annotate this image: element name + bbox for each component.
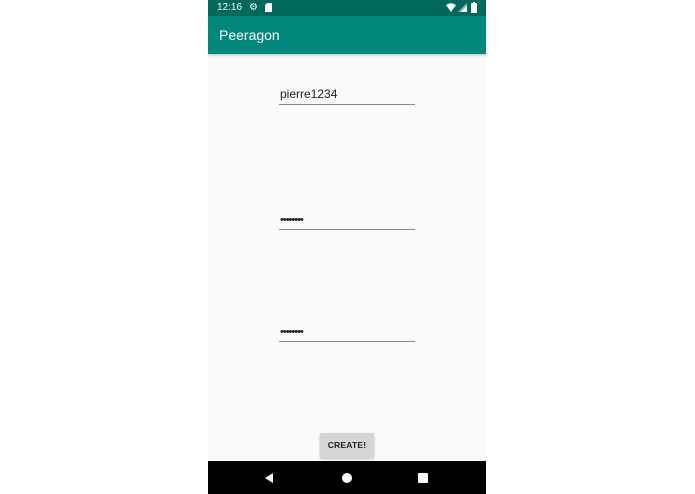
password-field[interactable]: ••••••••	[279, 205, 415, 230]
cell-signal-icon	[458, 3, 467, 12]
app-title: Peeragon	[219, 27, 280, 43]
battery-icon	[471, 2, 477, 13]
create-button[interactable]: CREATE!	[320, 433, 374, 458]
confirm-password-field[interactable]: ••••••••	[279, 317, 415, 342]
wifi-icon	[446, 3, 456, 12]
navigation-bar	[208, 461, 486, 494]
back-icon[interactable]	[263, 472, 275, 484]
home-icon[interactable]	[341, 472, 353, 484]
password-value: ••••••••	[280, 214, 304, 226]
phone-screen: 12:16 ⚙ Peeragon pierre1234 •••••••• •••…	[208, 0, 486, 494]
status-bar: 12:16 ⚙	[208, 0, 486, 16]
username-value: pierre1234	[280, 87, 338, 101]
sd-card-icon	[265, 3, 272, 12]
status-time: 12:16	[217, 2, 243, 13]
confirm-password-value: ••••••••	[280, 326, 304, 338]
recents-icon[interactable]	[418, 473, 428, 483]
gear-icon: ⚙	[249, 2, 258, 13]
app-bar: Peeragon	[208, 16, 486, 54]
username-field[interactable]: pierre1234	[279, 80, 415, 105]
